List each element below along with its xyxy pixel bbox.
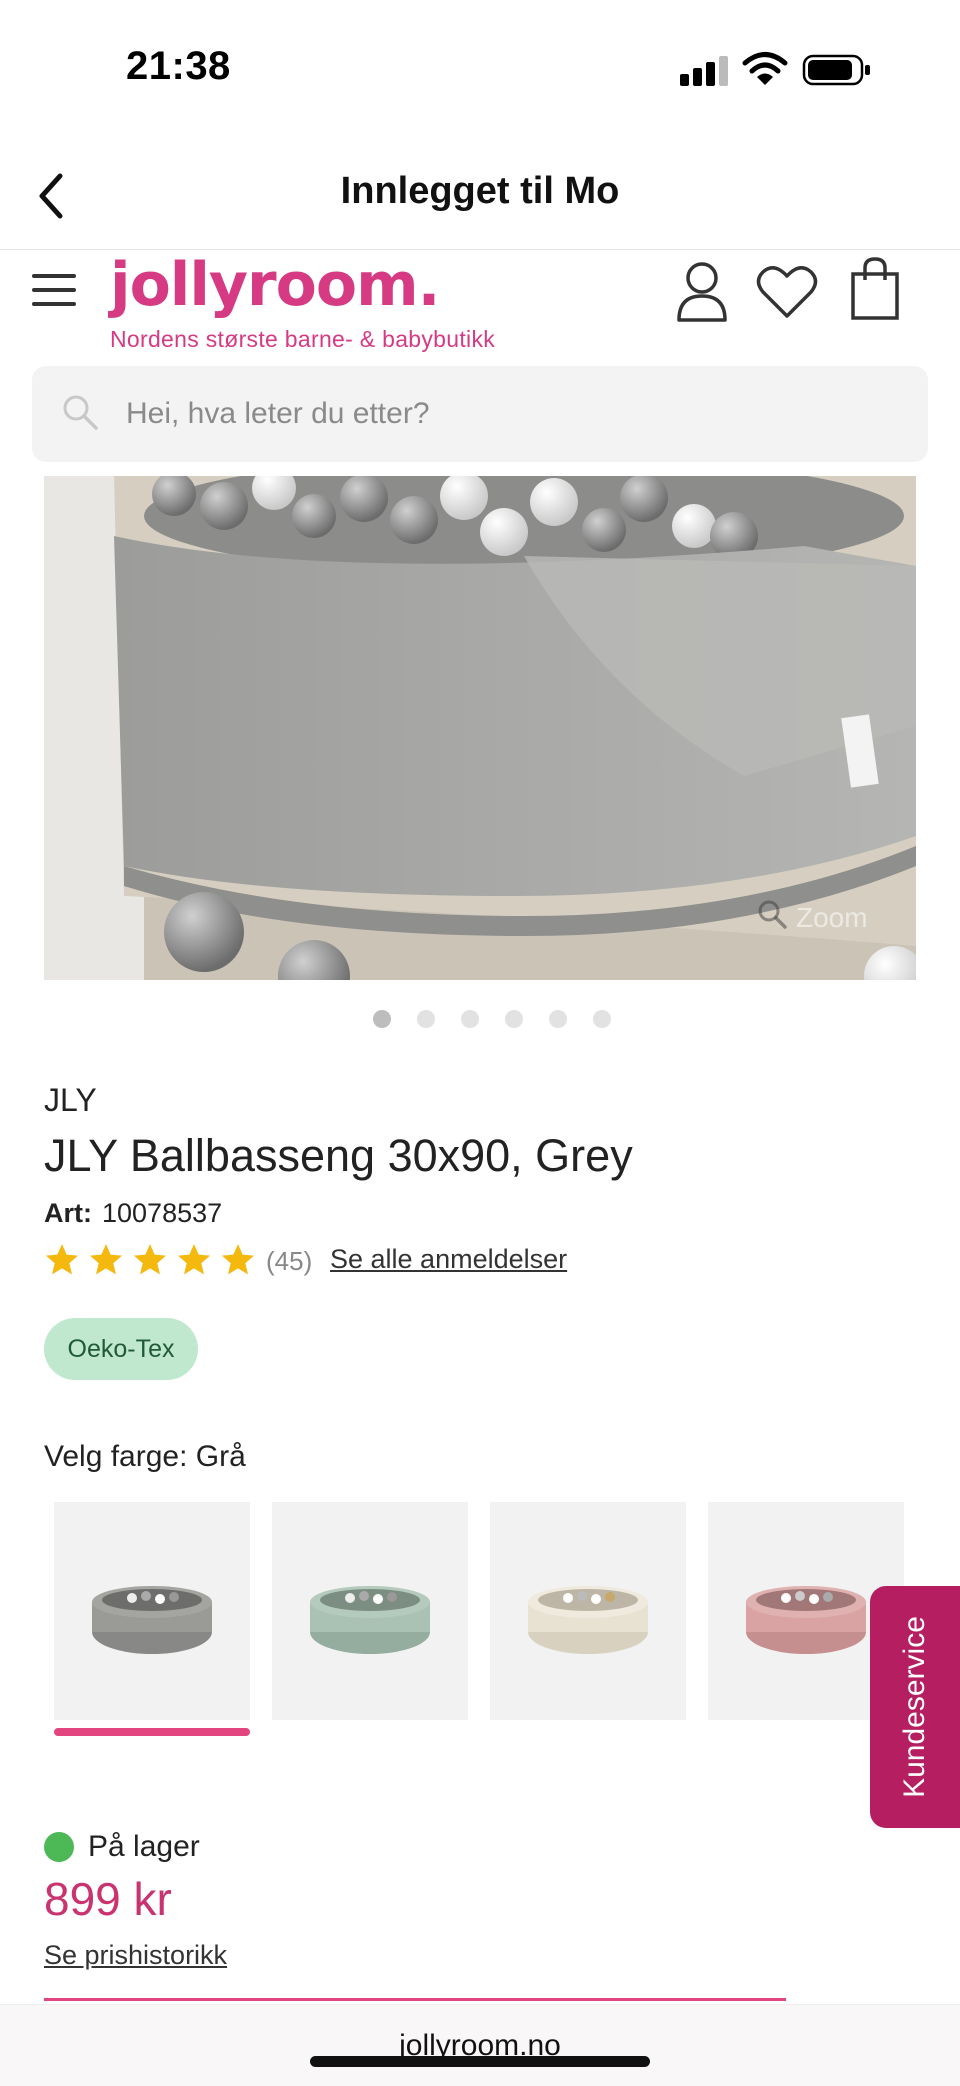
status-bar: 21:38 <box>0 0 960 140</box>
home-indicator[interactable] <box>310 2056 650 2067</box>
color-selector-label: Velg farge: Grå <box>44 1440 246 1473</box>
nav-header: Innlegget til Mo <box>0 140 960 250</box>
zoom-label[interactable]: Zoom <box>796 902 868 934</box>
oeko-tex-badge[interactable]: Oeko-Tex <box>44 1318 198 1380</box>
product-image[interactable]: Zoom <box>44 476 916 980</box>
search-icon <box>63 395 98 430</box>
nav-title: Innlegget til Mo <box>340 170 620 212</box>
site-logo[interactable]: jollyroom. <box>110 250 440 320</box>
star-icon <box>134 1244 166 1275</box>
product-price: 899 kr <box>44 1873 172 1925</box>
search-box[interactable] <box>32 366 928 462</box>
customer-service-label: Kundeservice <box>898 1616 931 1798</box>
site-tagline: Nordens største barne- & babybutikk <box>110 326 496 352</box>
carousel-dot[interactable] <box>549 1010 567 1028</box>
color-swatch-mint[interactable] <box>272 1502 468 1720</box>
ball-pit-thumbnail <box>528 1586 648 1654</box>
wifi-icon <box>742 52 788 85</box>
site-header: jollyroom. Nordens største barne- & baby… <box>0 250 960 360</box>
color-swatch-cream[interactable] <box>490 1502 686 1720</box>
browser-url-bar[interactable]: jollyroom.no <box>0 2004 960 2086</box>
stock-status-text: På lager <box>88 1830 200 1863</box>
color-swatch-gray[interactable] <box>54 1502 250 1720</box>
zoom-icon <box>758 900 787 929</box>
image-carousel-dots <box>0 1010 960 1030</box>
carousel-dot[interactable] <box>417 1010 435 1028</box>
carousel-dot[interactable] <box>593 1010 611 1028</box>
article-number-label: Art: <box>44 1198 92 1228</box>
carousel-dot[interactable] <box>505 1010 523 1028</box>
star-icon <box>178 1244 210 1275</box>
star-icon <box>222 1244 254 1275</box>
see-all-reviews-link[interactable]: Se alle anmeldelser <box>330 1244 567 1275</box>
shopping-bag-icon[interactable] <box>850 256 900 320</box>
in-stock-indicator-icon <box>44 1832 74 1862</box>
article-number: Art: 10078537 <box>44 1198 222 1229</box>
product-brand[interactable]: JLY <box>44 1082 97 1119</box>
price-history-link[interactable]: Se prishistorikk <box>44 1940 227 1971</box>
carousel-dot[interactable] <box>373 1010 391 1028</box>
product-title: JLY Ballbasseng 30x90, Grey <box>44 1130 633 1181</box>
cellular-signal-icon <box>680 56 728 86</box>
star-icon <box>46 1244 78 1275</box>
wishlist-heart-icon[interactable] <box>756 264 818 320</box>
divider <box>44 1998 786 2001</box>
selected-swatch-indicator <box>54 1728 250 1736</box>
ball-pit-thumbnail <box>310 1586 430 1654</box>
article-number-value: 10078537 <box>102 1198 223 1228</box>
status-time: 21:38 <box>126 44 231 88</box>
customer-service-tab[interactable]: Kundeservice <box>870 1586 960 1828</box>
star-icon <box>90 1244 122 1275</box>
ball-pit-thumbnail <box>92 1586 212 1654</box>
carousel-dot[interactable] <box>461 1010 479 1028</box>
account-icon[interactable] <box>676 260 728 324</box>
review-count: (45) <box>266 1246 313 1276</box>
search-input[interactable] <box>126 366 906 462</box>
menu-icon[interactable] <box>32 274 78 310</box>
battery-icon <box>802 54 870 86</box>
